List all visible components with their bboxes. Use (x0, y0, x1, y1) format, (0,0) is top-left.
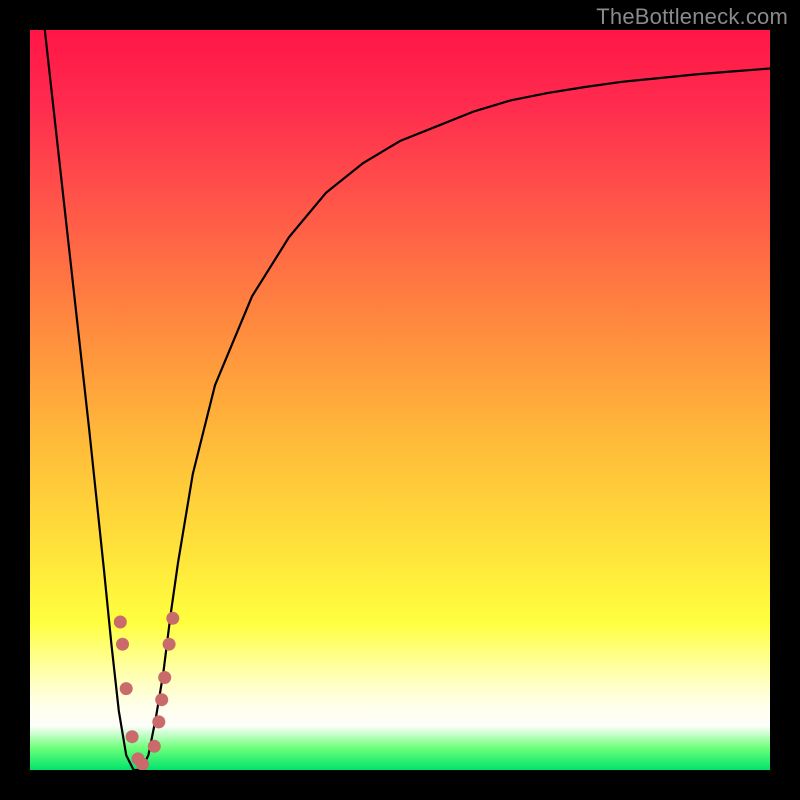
bottleneck-curve (45, 30, 770, 770)
data-marker (116, 638, 129, 651)
data-marker (136, 758, 149, 770)
data-marker (166, 612, 179, 625)
data-marker (148, 740, 161, 753)
data-marker (152, 715, 165, 728)
chart-frame: TheBottleneck.com (0, 0, 800, 800)
data-marker (158, 671, 171, 684)
data-marker (155, 693, 168, 706)
plot-area (30, 30, 770, 770)
data-marker (120, 682, 133, 695)
watermark-text: TheBottleneck.com (596, 4, 788, 30)
curve-layer (30, 30, 770, 770)
data-marker (114, 616, 127, 629)
data-marker (163, 638, 176, 651)
data-marker (126, 730, 139, 743)
